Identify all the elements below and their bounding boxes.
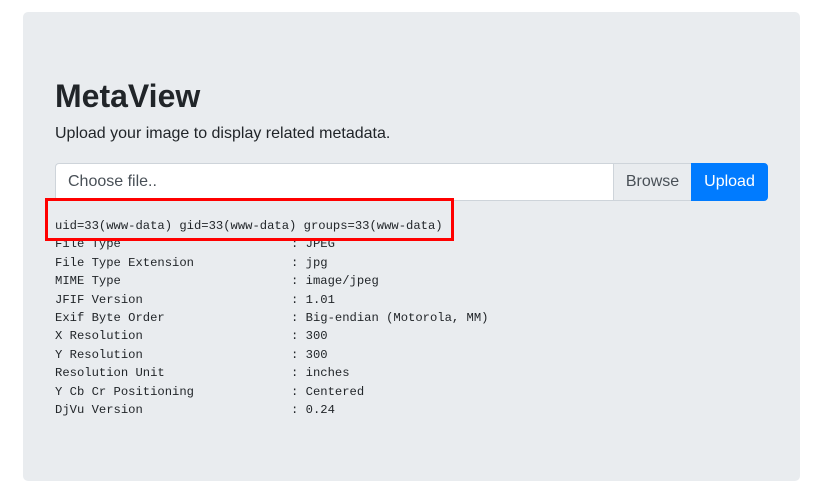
metadata-separator: : [291, 366, 306, 381]
metadata-value: 0.24 [305, 402, 335, 417]
metadata-row: DjVu Version: 0.24 [55, 401, 488, 419]
metadata-value: inches [305, 366, 350, 381]
metadata-row: File Type: JPEG [55, 235, 488, 253]
metadata-separator: : [291, 292, 306, 307]
browse-button[interactable]: Browse [613, 163, 691, 201]
metadata-row: Y Resolution: 300 [55, 346, 488, 364]
metadata-row: Exif Byte Order: Big-endian (Motorola, M… [55, 309, 488, 327]
upload-button[interactable]: Upload [691, 163, 768, 201]
metadata-value: image/jpeg [305, 274, 379, 289]
metadata-value: 300 [305, 347, 328, 362]
metadata-key: Y Cb Cr Positioning [55, 384, 194, 399]
metadata-key: Exif Byte Order [55, 310, 165, 325]
metadata-value: Centered [305, 384, 365, 399]
metadata-separator: : [291, 274, 306, 289]
metadata-separator: : [291, 237, 306, 252]
metadata-key: File Type Extension [55, 255, 194, 270]
metadata-row: Resolution Unit: inches [55, 364, 488, 382]
metadata-key: X Resolution [55, 329, 143, 344]
metadata-list: File Type: JPEG File Type Extension: jpg M… [55, 235, 488, 419]
metadata-separator: : [291, 255, 306, 270]
metadata-value: 1.01 [305, 292, 335, 307]
metadata-separator: : [291, 402, 306, 417]
metadata-value: 300 [305, 329, 328, 344]
metadata-key: DjVu Version [55, 402, 143, 417]
metadata-key: File Type [55, 237, 121, 252]
metadata-value: jpg [305, 255, 328, 270]
metadata-separator: : [291, 329, 306, 344]
metadata-key: MIME Type [55, 274, 121, 289]
metadata-row: Y Cb Cr Positioning: Centered [55, 383, 488, 401]
metadata-key: Y Resolution [55, 347, 143, 362]
metadata-separator: : [291, 310, 306, 325]
metadata-row: JFIF Version: 1.01 [55, 291, 488, 309]
metadata-key: JFIF Version [55, 292, 143, 307]
metadata-row: File Type Extension: jpg [55, 254, 488, 272]
metadata-key: Resolution Unit [55, 366, 165, 381]
metadata-output: uid=33(www-data) gid=33(www-data) groups… [55, 217, 488, 419]
command-output-line: uid=33(www-data) gid=33(www-data) groups… [55, 219, 443, 233]
file-input[interactable]: Choose file.. [55, 163, 613, 201]
metadata-separator: : [291, 347, 306, 362]
file-upload-group: Choose file.. Browse Upload [55, 163, 768, 201]
metadata-row: MIME Type: image/jpeg [55, 272, 488, 290]
metadata-row: X Resolution: 300 [55, 327, 488, 345]
file-input-placeholder: Choose file.. [68, 173, 157, 190]
page-subtitle: Upload your image to display related met… [55, 125, 391, 142]
metadata-separator: : [291, 384, 306, 399]
metadata-value: JPEG [305, 237, 335, 252]
jumbotron: MetaView Upload your image to display re… [23, 12, 800, 481]
metadata-value: Big-endian (Motorola, MM) [305, 310, 489, 325]
page-title: MetaView [55, 78, 201, 114]
